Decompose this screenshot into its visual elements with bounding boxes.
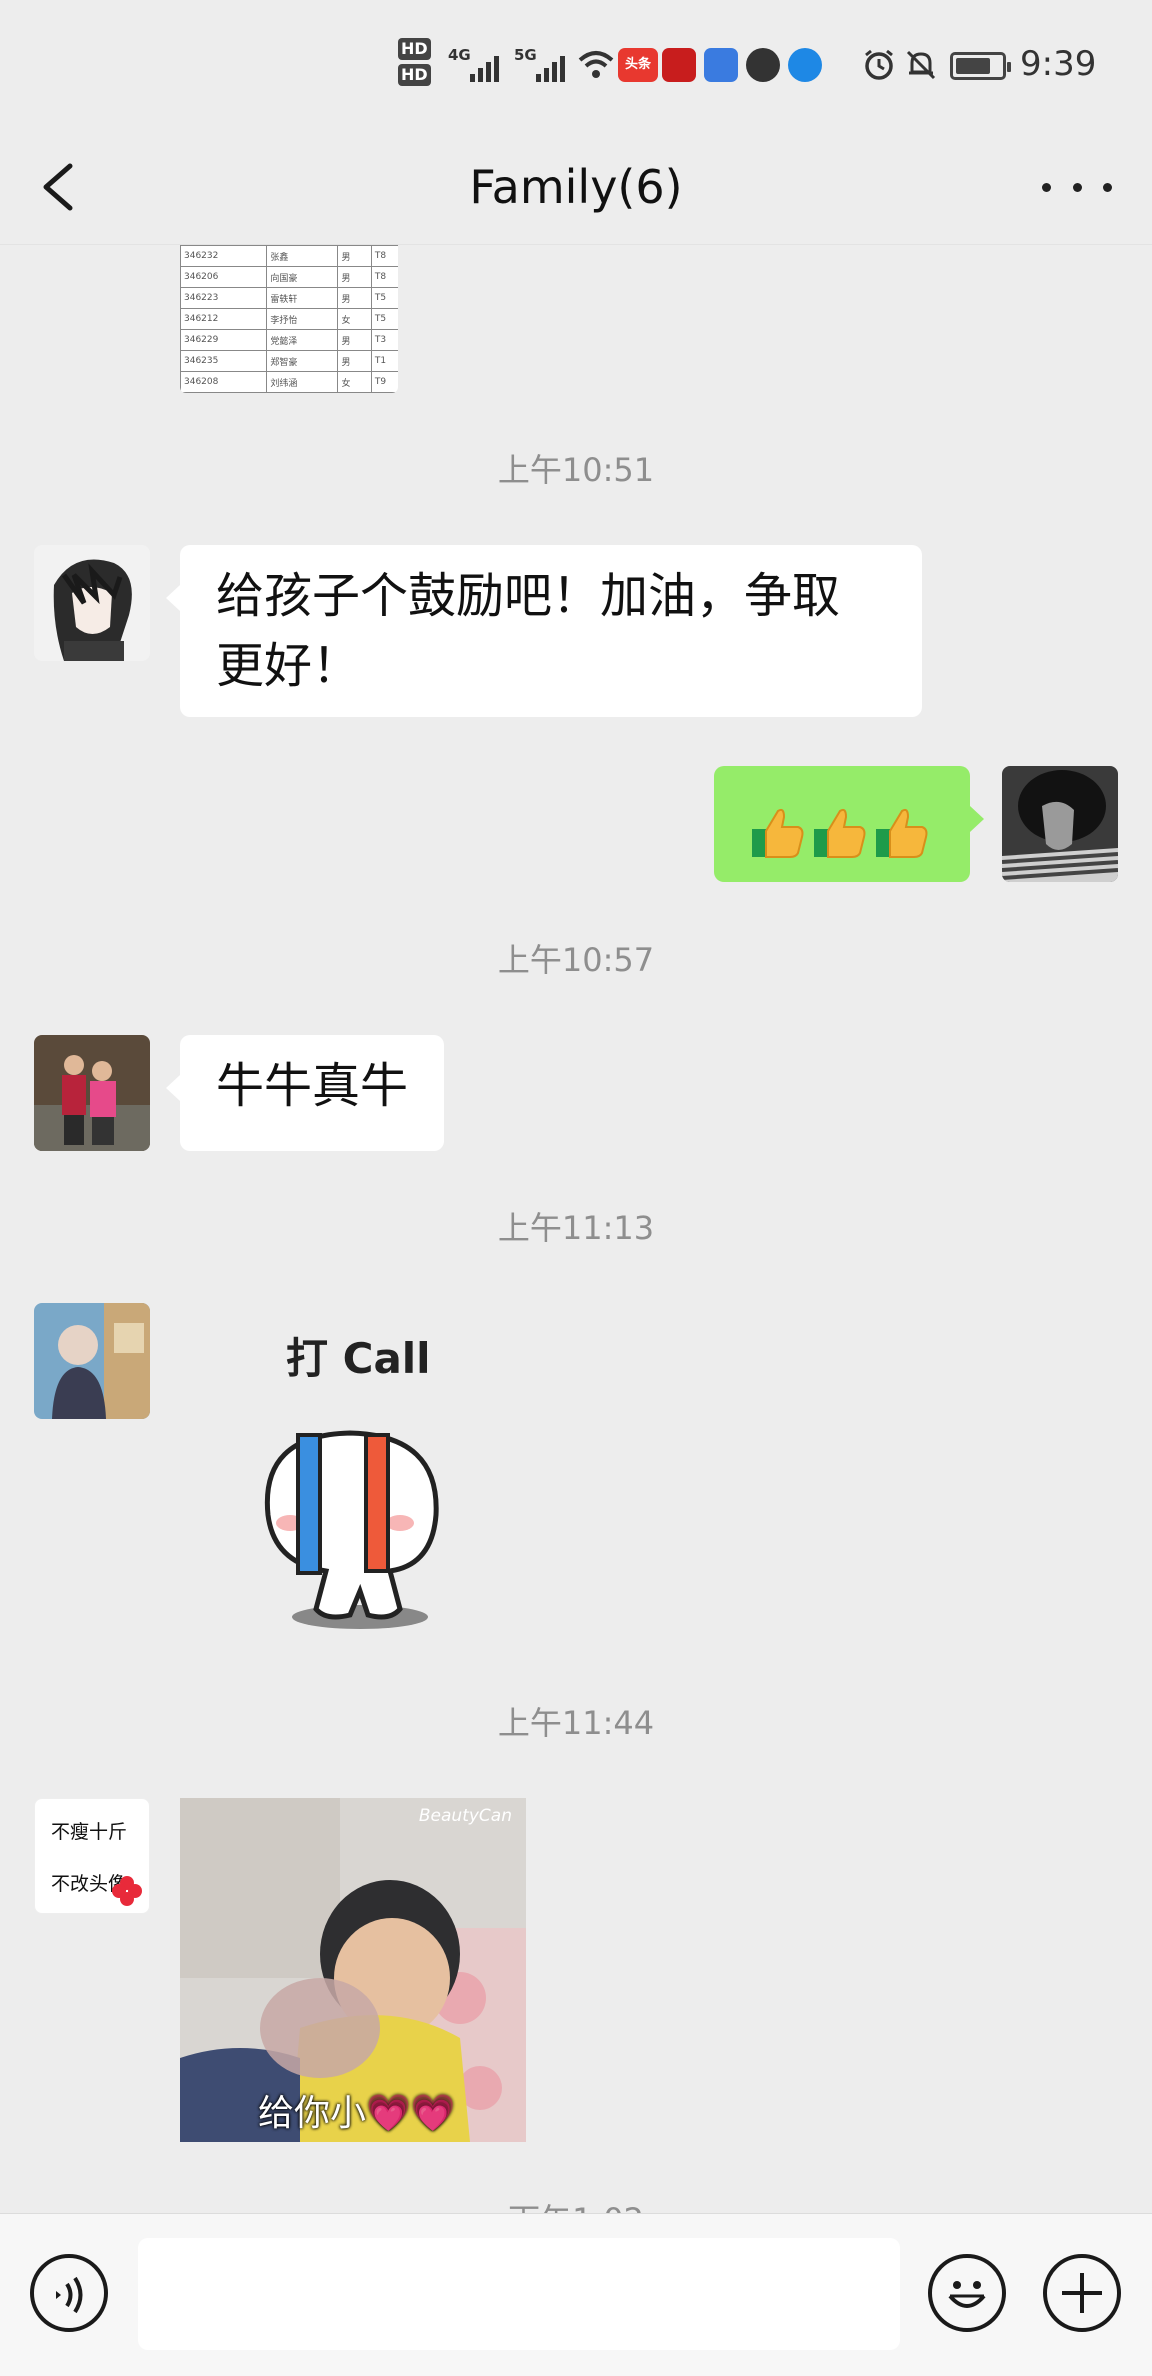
table-cell: T3: [370, 329, 398, 351]
dark-app-icon: [746, 48, 780, 82]
more-options-icon[interactable]: [1042, 172, 1112, 202]
call-sticker[interactable]: 打 Call: [240, 1325, 480, 1645]
table-cell: 郑智豪: [266, 350, 339, 372]
timestamp: 上午11:44: [497, 1704, 655, 1742]
table-cell: T5: [370, 287, 398, 309]
avatar[interactable]: [34, 545, 150, 661]
thumbs-up-icon: [814, 808, 866, 858]
table-row: 346223 雷轶轩男 T5: [180, 287, 398, 309]
table-cell: 向国豪: [266, 266, 339, 288]
emoji-icon[interactable]: [928, 2254, 1006, 2332]
baby-photo[interactable]: BeautyCan 给你小💗💗: [180, 1798, 526, 2142]
table-cell: 346212: [180, 308, 268, 330]
watermark: BeautyCan: [418, 1806, 512, 1826]
sticker-caption: 打 Call: [286, 1334, 431, 1383]
table-cell: 男: [337, 329, 372, 351]
flower-icon: [112, 1876, 142, 1906]
table-row: 346229 党懿泽男 T3: [180, 329, 398, 351]
avatar[interactable]: [34, 1303, 150, 1419]
table-row: 346212 李抒怡女 T5: [180, 308, 398, 330]
signal-4g-icon: 4G: [448, 46, 499, 82]
table-cell: T9: [370, 371, 398, 393]
table-cell: T8: [370, 266, 398, 288]
clock: 9:39: [1020, 44, 1097, 84]
timestamp: 下午1:02: [0, 2195, 1152, 2213]
hd-indicator: HD HD: [398, 38, 431, 90]
table-cell: T8: [370, 245, 398, 267]
timestamp: 上午10:57: [497, 941, 655, 979]
table-cell: 女: [337, 308, 372, 330]
browser-app-icon: [788, 48, 822, 82]
voice-input-icon[interactable]: [30, 2254, 108, 2332]
input-bar: [0, 2213, 1152, 2376]
table-cell: 女: [337, 371, 372, 393]
table-cell: 李抒怡: [266, 308, 339, 330]
chat-header: Family(6): [0, 130, 1152, 245]
table-cell: 346223: [180, 287, 268, 309]
timestamp: 上午11:13: [497, 1209, 655, 1247]
thumbs-up-icon: [876, 808, 928, 858]
table-cell: 346232: [180, 245, 268, 267]
table-cell: T5: [370, 308, 398, 330]
table-cell: 男: [337, 287, 372, 309]
table-cell: 346229: [180, 329, 268, 351]
signal-5g-icon: 5G: [514, 46, 565, 82]
avatar[interactable]: [34, 1035, 150, 1151]
table-cell: 刘纬涵: [266, 371, 339, 393]
add-more-icon[interactable]: [1043, 2254, 1121, 2332]
sticker-character: [264, 1430, 439, 1629]
thumbs-up-icon: [752, 808, 804, 858]
timestamp: 上午10:51: [497, 451, 655, 489]
my-avatar[interactable]: [1002, 766, 1118, 882]
table-cell: 雷轶轩: [266, 287, 339, 309]
avatar[interactable]: 不瘦十斤 不改头像: [34, 1798, 150, 1914]
red-app-icon: [662, 48, 696, 82]
table-cell: 男: [337, 350, 372, 372]
table-cell: 党懿泽: [266, 329, 339, 351]
battery-icon: [950, 52, 1011, 80]
table-row: 346232 张鑫男 T8: [180, 245, 398, 267]
message-bubble[interactable]: 给孩子个鼓励吧！加油，争取更好！: [166, 545, 922, 717]
toutiao-app-icon: 头条: [618, 48, 658, 82]
table-cell: 346206: [180, 266, 268, 288]
mute-bell-icon: [906, 50, 936, 80]
message-input[interactable]: [138, 2238, 900, 2350]
table-row: 346208 刘纬涵女 T9: [180, 371, 398, 393]
table-cell: 346235: [180, 350, 268, 372]
alarm-icon: [865, 49, 893, 80]
table-cell: 张鑫: [266, 245, 339, 267]
spreadsheet-table: 346232 张鑫男 T8 346206 向国豪男 T8 346223 雷轶轩男 T5 34621…: [180, 245, 398, 393]
table-cell: 346208: [180, 371, 268, 393]
table-cell: T1: [370, 350, 398, 372]
table-cell: 男: [337, 245, 372, 267]
message-bubble[interactable]: 牛牛真牛: [165, 1035, 445, 1151]
photo-caption: 给你小💗💗: [258, 2093, 456, 2134]
message-list[interactable]: 346232 张鑫男 T8 346206 向国豪男 T8 346223 雷轶轩男 T5 34621…: [0, 245, 1152, 2213]
spreadsheet-image[interactable]: 346232 张鑫男 T8 346206 向国豪男 T8 346223 雷轶轩男 T5 34621…: [180, 245, 398, 393]
chat-title: Family(6): [469, 160, 683, 214]
wifi-icon: [578, 51, 614, 78]
table-row: 346235 郑智豪男 T1: [180, 350, 398, 372]
table-cell: 男: [337, 266, 372, 288]
message-bubble-self[interactable]: [714, 766, 984, 882]
table-row: 346206 向国豪男 T8: [180, 266, 398, 288]
status-bar: HD HD 4G 5G 头条 9:39: [0, 0, 1152, 130]
blue-app-icon: [704, 48, 738, 82]
